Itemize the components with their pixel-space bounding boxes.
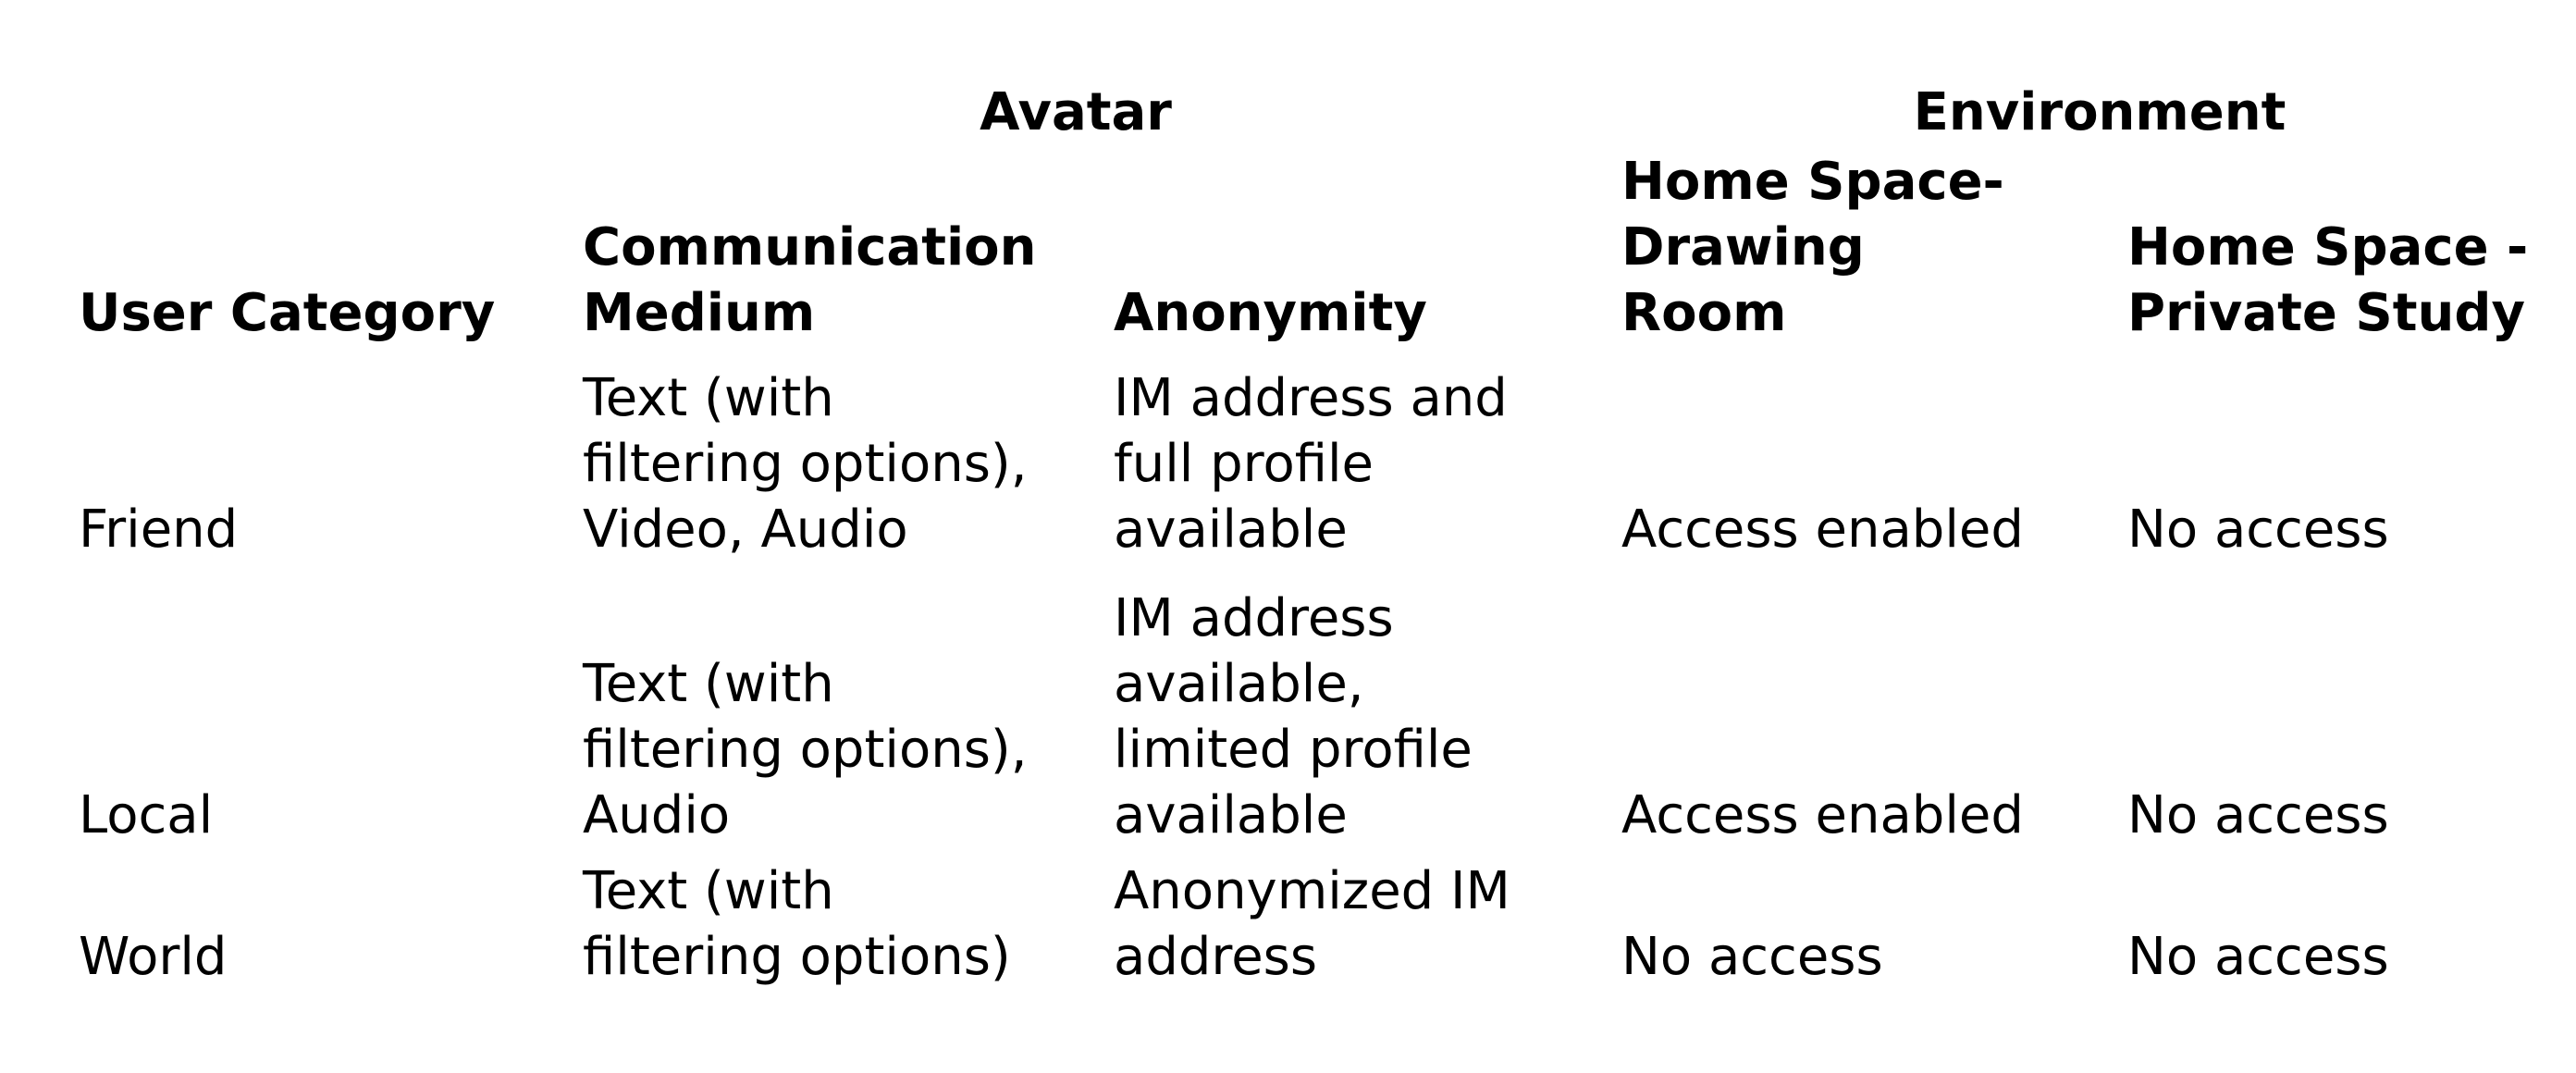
cell-line: No access [2127, 500, 2389, 560]
cell-line: Anonymized IM [1114, 861, 1510, 921]
cell-line: No access [2127, 927, 2389, 987]
cell-line: Text (with [583, 368, 834, 428]
cell-line: full profile [1114, 434, 1374, 494]
cell-line: available [1114, 785, 1348, 845]
group-header-avatar: Avatar [980, 82, 1172, 142]
column-header-communication-medium: Communication Medium [583, 215, 1037, 346]
cell-line: Friend [79, 500, 239, 560]
cell-communication: Text (with filtering options), Video, Au… [583, 365, 1028, 562]
cell-line: filtering options), [583, 434, 1028, 494]
column-header-drawing-room: Home Space- Drawing Room [1621, 149, 2004, 346]
cell-communication: Text (with filtering options) [583, 858, 1011, 990]
header-line: Private Study [2127, 283, 2525, 343]
cell-category: World [79, 924, 227, 990]
header-line: Drawing [1621, 217, 1865, 278]
cell-category: Local [79, 783, 213, 848]
cell-line: IM address and [1114, 368, 1508, 428]
cell-line: World [79, 927, 228, 987]
column-header-private-study: Home Space - Private Study [2127, 215, 2528, 346]
group-header-environment: Environment [1913, 82, 2286, 142]
header-line: Room [1621, 283, 1787, 343]
cell-line: Audio [583, 785, 731, 845]
cell-line: IM address [1114, 588, 1394, 648]
column-header-user-category: User Category [79, 280, 495, 346]
cell-line: available [1114, 500, 1348, 560]
header-line: Medium [583, 283, 816, 343]
cell-anonymity: IM address and full profile available [1114, 365, 1508, 562]
cell-line: No access [1621, 927, 1883, 987]
cell-private-study: No access [2127, 924, 2389, 990]
header-line: Communication [583, 217, 1037, 278]
cell-line: No access [2127, 785, 2389, 845]
cell-line: Video, Audio [583, 500, 908, 560]
cell-line: Local [79, 785, 214, 845]
cell-line: Access enabled [1621, 500, 2024, 560]
cell-line: filtering options), [583, 720, 1028, 780]
header-line: Home Space - [2127, 217, 2529, 278]
cell-private-study: No access [2127, 497, 2389, 562]
cell-drawing-room: Access enabled [1621, 783, 2024, 848]
cell-line: available, [1114, 654, 1364, 714]
header-line: User Category [79, 283, 496, 343]
cell-line: address [1114, 927, 1318, 987]
cell-line: limited profile [1114, 720, 1473, 780]
cell-drawing-room: Access enabled [1621, 497, 2024, 562]
header-line: Anonymity [1114, 283, 1427, 343]
cell-line: Access enabled [1621, 785, 2024, 845]
cell-line: Text (with [583, 861, 834, 921]
cell-anonymity: Anonymized IM address [1114, 858, 1510, 990]
cell-line: filtering options) [583, 927, 1011, 987]
cell-private-study: No access [2127, 783, 2389, 848]
cell-drawing-room: No access [1621, 924, 1883, 990]
header-line: Home Space- [1621, 152, 2004, 212]
cell-communication: Text (with filtering options), Audio [583, 651, 1028, 848]
cell-anonymity: IM address available, limited profile av… [1114, 586, 1473, 848]
column-header-anonymity: Anonymity [1114, 280, 1427, 346]
cell-line: Text (with [583, 654, 834, 714]
cell-category: Friend [79, 497, 238, 562]
